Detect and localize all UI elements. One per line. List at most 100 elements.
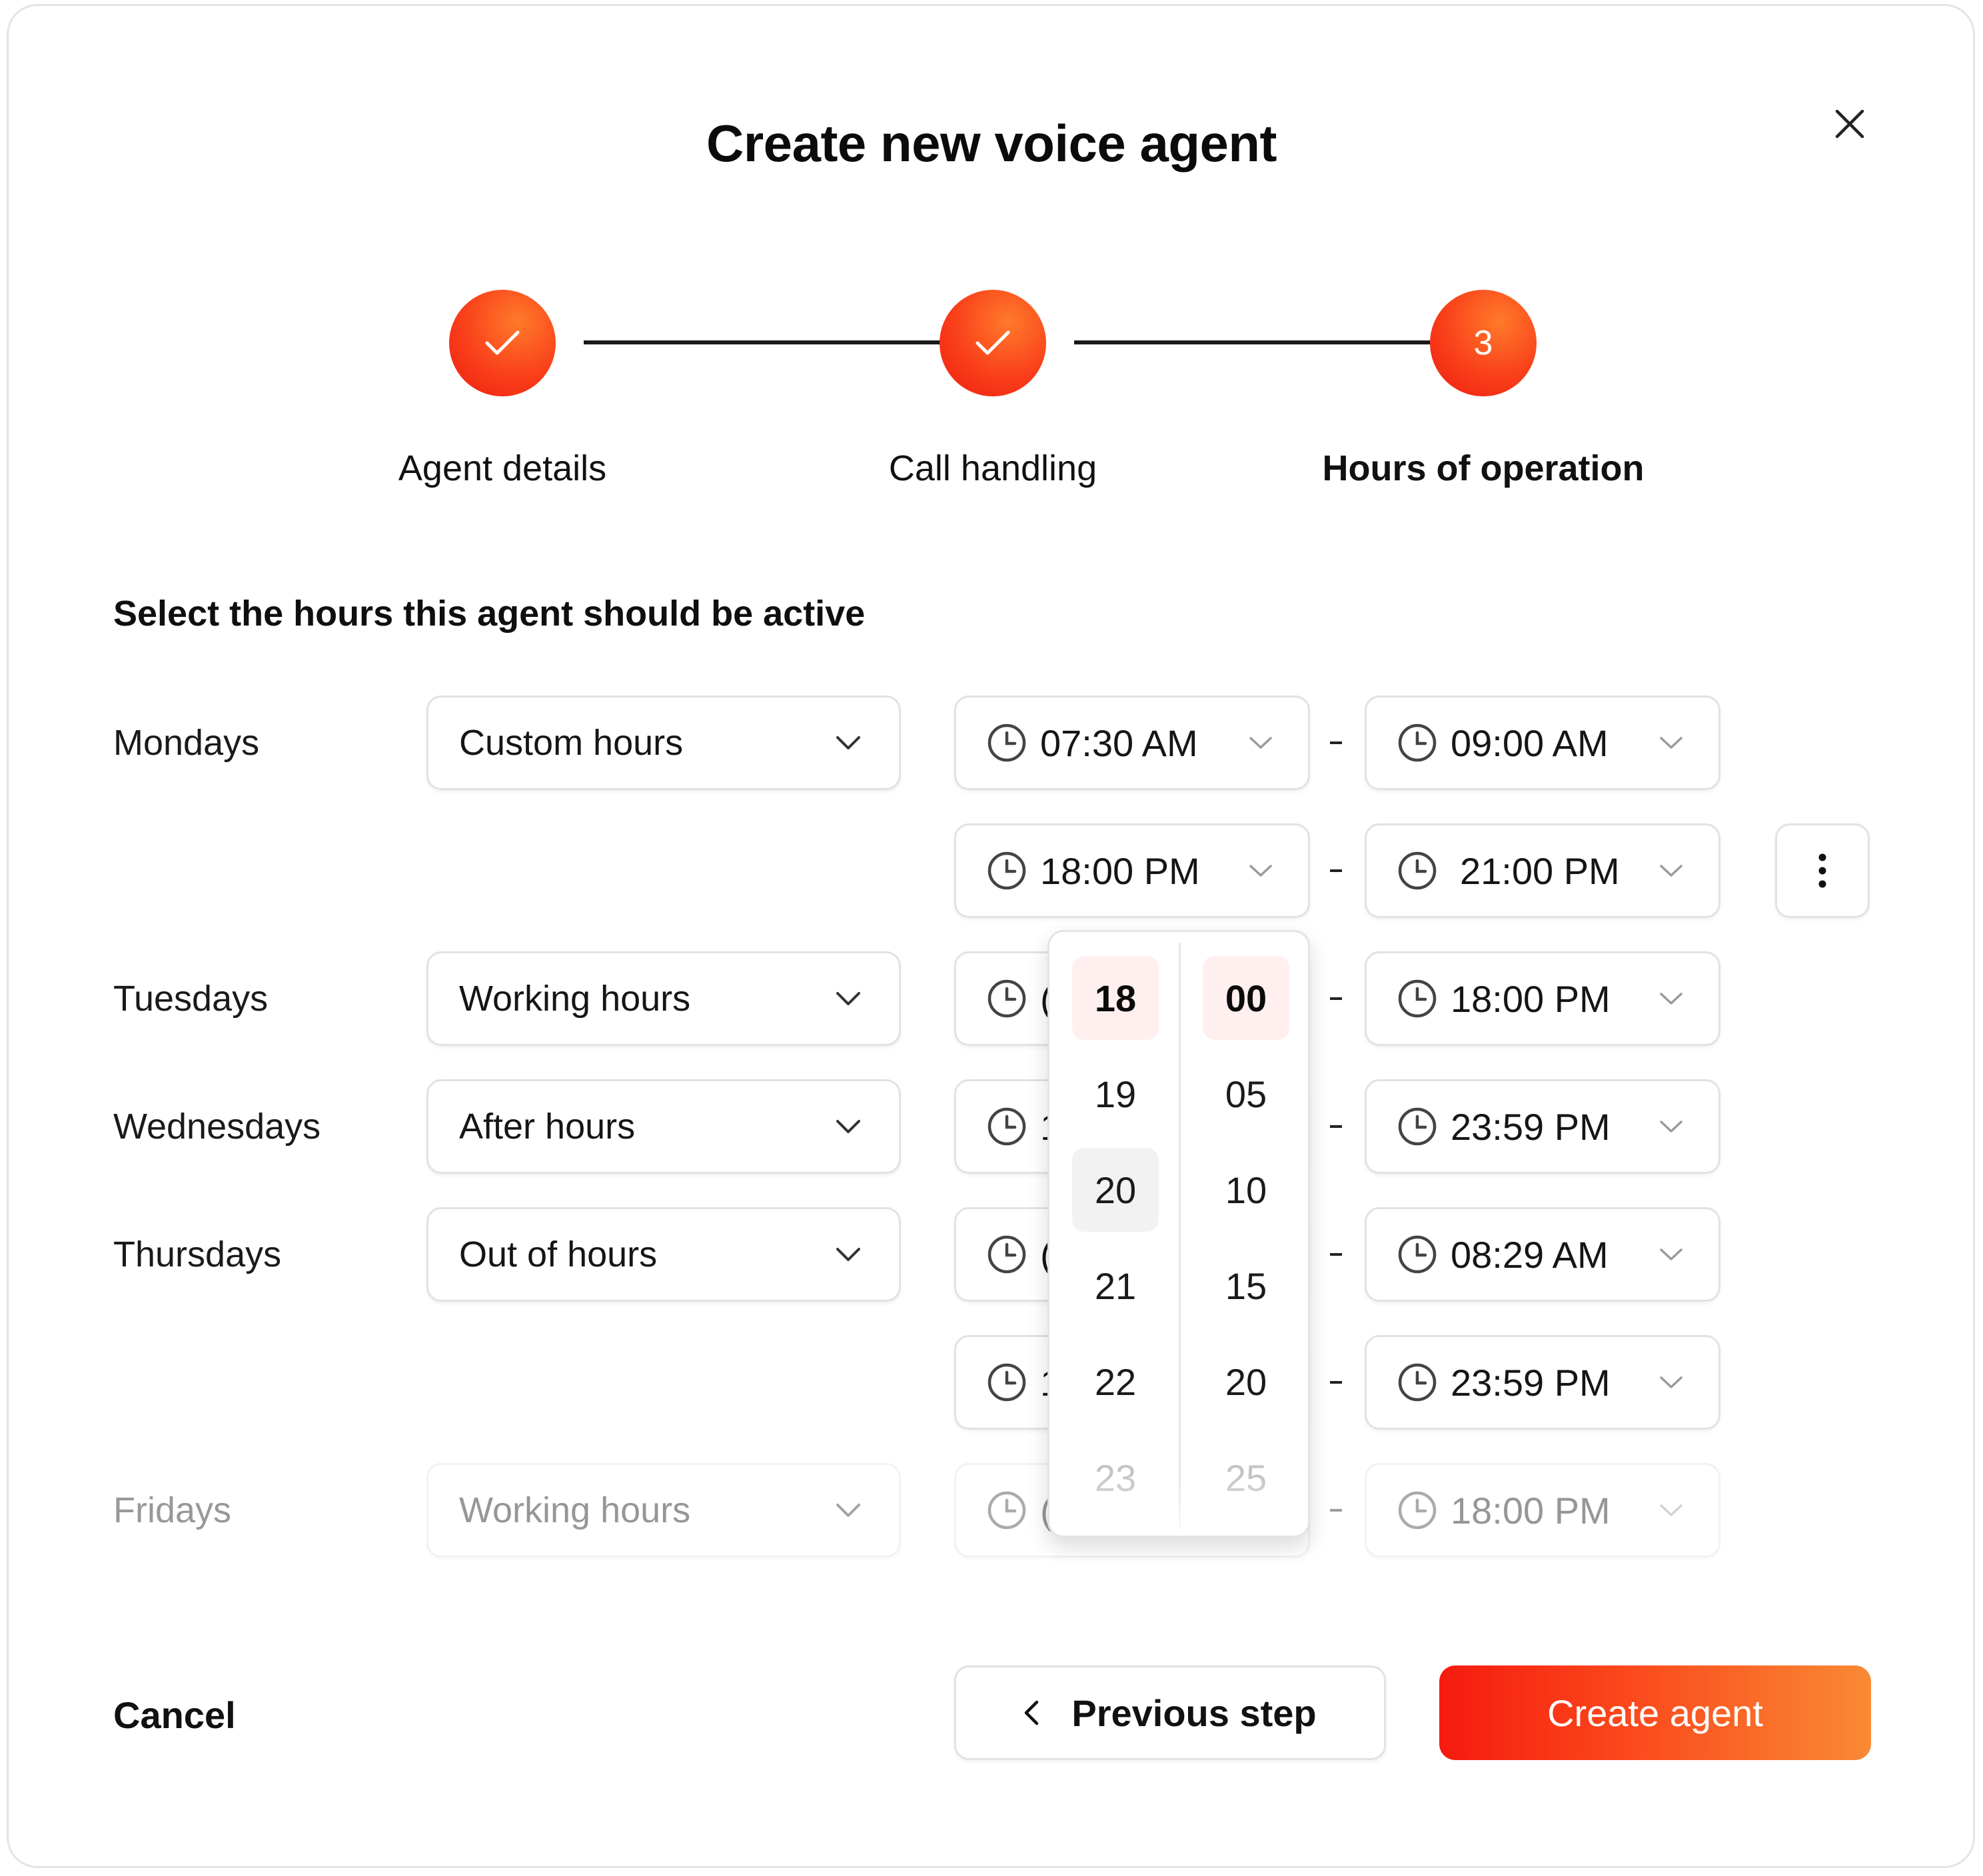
minute-option[interactable]: 20	[1203, 1340, 1289, 1424]
minute-column[interactable]: 00 05 10 15 20 25	[1203, 956, 1289, 1532]
create-agent-dialog	[7, 4, 1975, 1868]
time-value: 09:00 AM	[1451, 721, 1609, 764]
clock-icon	[1398, 1491, 1437, 1530]
clock-icon	[1398, 979, 1437, 1018]
step-3-indicator: 3	[1430, 290, 1537, 396]
time-picker-dropdown: 18 19 20 21 22 23 00 05 10 15 20 25	[1047, 930, 1310, 1538]
time-value: 08:29 AM	[1451, 1233, 1609, 1276]
chevron-down-icon	[836, 1120, 860, 1133]
previous-step-label: Previous step	[1071, 1691, 1317, 1734]
mondays-slot2-end-time[interactable]: 21:00 PM	[1365, 823, 1720, 918]
chevron-down-icon	[1660, 1248, 1682, 1260]
tuesdays-mode-select[interactable]: Working hours	[426, 951, 901, 1046]
mondays-slot2-start-time[interactable]: 18:00 PM	[954, 823, 1310, 918]
hour-option[interactable]: 20	[1072, 1148, 1159, 1232]
section-title: Select the hours this agent should be ac…	[113, 594, 866, 634]
clock-icon	[988, 1491, 1026, 1530]
fridays-end-time[interactable]: 18:00 PM	[1365, 1463, 1720, 1558]
time-value: 18:00 PM	[1451, 1489, 1611, 1532]
wednesdays-mode-select[interactable]: After hours	[426, 1079, 901, 1174]
hour-column[interactable]: 18 19 20 21 22 23	[1072, 956, 1159, 1532]
close-button[interactable]	[1826, 100, 1874, 148]
hour-option[interactable]: 21	[1072, 1244, 1159, 1328]
range-separator	[1330, 1381, 1342, 1384]
time-value: 21:00 PM	[1460, 849, 1620, 892]
step-label-hours-of-operation: Hours of operation	[1322, 448, 1645, 488]
range-separator	[1330, 997, 1342, 1000]
step-label-call-handling[interactable]: Call handling	[806, 448, 1179, 489]
more-vertical-icon	[1818, 853, 1826, 888]
select-value: Out of hours	[459, 1234, 658, 1274]
clock-icon	[1398, 723, 1437, 762]
clock-icon	[1398, 851, 1437, 890]
day-label-fridays: Fridays	[113, 1490, 232, 1530]
clock-icon	[1398, 1363, 1437, 1402]
chevron-down-icon	[836, 992, 860, 1005]
chevron-left-icon	[1025, 1700, 1039, 1725]
minute-option[interactable]: 00	[1203, 956, 1289, 1040]
range-separator	[1330, 869, 1342, 872]
check-icon	[976, 330, 1010, 355]
range-separator	[1330, 1125, 1342, 1128]
day-label-mondays: Mondays	[113, 723, 260, 763]
day-label-thursdays: Thursdays	[113, 1234, 282, 1274]
chevron-down-icon	[1660, 993, 1682, 1005]
clock-icon	[988, 1107, 1026, 1146]
create-agent-label: Create agent	[1547, 1691, 1763, 1734]
stepper-connector	[584, 340, 984, 344]
hour-option[interactable]: 22	[1072, 1340, 1159, 1424]
chevron-down-icon	[1660, 865, 1682, 877]
minute-option[interactable]: 10	[1203, 1148, 1289, 1232]
chevron-down-icon	[836, 1248, 860, 1261]
clock-icon	[988, 979, 1026, 1018]
clock-icon	[1398, 1235, 1437, 1274]
clock-icon	[988, 723, 1026, 762]
chevron-down-icon	[836, 1504, 860, 1517]
thursdays-mode-select[interactable]: Out of hours	[426, 1207, 901, 1302]
thursdays-slot2-end-time[interactable]: 23:59 PM	[1365, 1335, 1720, 1430]
chevron-down-icon	[1660, 1376, 1682, 1388]
clock-icon	[988, 851, 1026, 890]
wednesdays-end-time[interactable]: 23:59 PM	[1365, 1079, 1720, 1174]
step-1-indicator	[449, 290, 556, 396]
picker-divider	[1179, 943, 1181, 1529]
chevron-down-icon	[836, 736, 860, 749]
fridays-mode-select[interactable]: Working hours	[426, 1463, 901, 1558]
step-label-agent-details[interactable]: Agent details	[316, 448, 689, 489]
scroll-fade	[1049, 1476, 1308, 1536]
step-number: 3	[1473, 324, 1493, 362]
mondays-slot1-start-time[interactable]: 07:30 AM	[954, 696, 1310, 790]
minute-option[interactable]: 05	[1203, 1052, 1289, 1136]
range-separator	[1330, 1509, 1342, 1512]
cancel-button[interactable]: Cancel	[113, 1693, 236, 1737]
select-value: Custom hours	[459, 723, 684, 763]
day-label-tuesdays: Tuesdays	[113, 979, 269, 1019]
mondays-slot1-end-time[interactable]: 09:00 AM	[1365, 696, 1720, 790]
minute-option[interactable]: 15	[1203, 1244, 1289, 1328]
check-icon	[485, 330, 520, 355]
create-agent-button[interactable]: Create agent	[1439, 1665, 1871, 1760]
step-2-indicator	[940, 290, 1046, 396]
chevron-down-icon	[1249, 865, 1272, 877]
mondays-mode-select[interactable]: Custom hours	[426, 696, 901, 790]
time-value: 07:30 AM	[1040, 721, 1198, 764]
time-value: 23:59 PM	[1451, 1361, 1611, 1404]
hour-option[interactable]: 19	[1072, 1052, 1159, 1136]
close-icon	[1835, 109, 1864, 139]
range-separator	[1330, 741, 1342, 744]
tuesdays-end-time[interactable]: 18:00 PM	[1365, 951, 1720, 1046]
previous-step-button[interactable]: Previous step	[954, 1665, 1386, 1760]
hour-option[interactable]: 18	[1072, 956, 1159, 1040]
time-value: 23:59 PM	[1451, 1105, 1611, 1148]
range-separator	[1330, 1253, 1342, 1256]
chevron-down-icon	[1249, 737, 1272, 749]
time-value: 18:00 PM	[1040, 849, 1200, 892]
more-options-button[interactable]	[1775, 823, 1870, 918]
select-value: Working hours	[459, 979, 691, 1019]
thursdays-slot1-end-time[interactable]: 08:29 AM	[1365, 1207, 1720, 1302]
chevron-down-icon	[1660, 1504, 1682, 1516]
day-label-wednesdays: Wednesdays	[113, 1107, 321, 1147]
dialog-title: Create new voice agent	[706, 114, 1277, 173]
chevron-down-icon	[1660, 1121, 1682, 1133]
select-value: Working hours	[459, 1490, 691, 1530]
